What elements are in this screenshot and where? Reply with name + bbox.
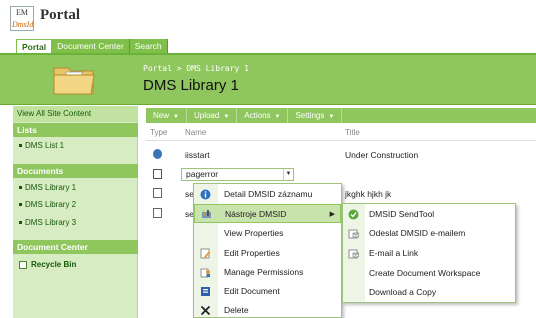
menu-item-nastroje-dmsid[interactable]: Nástroje DMSID ▶: [194, 204, 341, 223]
nav-item-dms-list-1[interactable]: DMS List 1: [13, 139, 138, 153]
chevron-right-icon: ▶: [329, 211, 335, 218]
logo-em-text: EM: [16, 8, 28, 17]
logo-dms-text: DmsId: [12, 20, 34, 29]
nav-item-label: DMS Library 2: [25, 200, 77, 209]
menu-item-label: Manage Permissions: [224, 267, 304, 277]
chevron-down-icon: ▼: [173, 114, 179, 120]
chevron-down-icon[interactable]: ▼: [283, 169, 293, 180]
selected-item-name[interactable]: pagerror ▼: [181, 168, 294, 181]
tools-icon: [202, 210, 211, 218]
recycle-bin-link[interactable]: Recycle Bin: [13, 257, 138, 273]
menu-item-delete[interactable]: Delete: [194, 301, 341, 318]
recycle-bin-icon: [19, 260, 27, 269]
menu-item-edit-properties[interactable]: Edit Properties: [194, 244, 341, 263]
menu-item-download-copy[interactable]: Download a Copy: [343, 283, 515, 302]
nav-item-dms-library-2[interactable]: DMS Library 2: [13, 198, 138, 212]
header-divider: [146, 140, 536, 141]
view-all-site-content-link[interactable]: View All Site Content: [13, 106, 138, 122]
menu-item-email-link[interactable]: E-mail a Link: [343, 244, 515, 263]
table-row-name: pagerror: [186, 169, 219, 179]
menu-item-manage-permissions[interactable]: Manage Permissions: [194, 263, 341, 282]
settings-menu-button[interactable]: Settings ▼: [288, 108, 343, 123]
bullet: [19, 203, 22, 207]
bullet: [19, 144, 22, 148]
nav-heading-documents[interactable]: Documents: [13, 164, 138, 178]
menu-item-label: Edit Properties: [224, 248, 280, 258]
document-icon[interactable]: [153, 188, 162, 198]
chevron-down-icon: ▼: [274, 114, 281, 120]
menu-item-odeslat-email[interactable]: Odeslat DMSID e-mailem: [343, 224, 515, 243]
email-icon: [348, 229, 359, 239]
breadcrumb[interactable]: Portal > DMS Library 1: [143, 64, 249, 73]
nav-item-label: DMS Library 3: [25, 218, 77, 227]
column-header-title[interactable]: Title: [345, 128, 360, 137]
settings-label: Settings: [295, 111, 325, 120]
document-icon[interactable]: [153, 169, 162, 179]
menu-item-label: Nástroje DMSID: [225, 209, 287, 219]
nav-item-label: DMS List 1: [25, 141, 65, 150]
upload-menu-button[interactable]: Upload ▼: [187, 108, 238, 123]
info-icon: [200, 189, 211, 200]
chevron-down-icon: ▼: [223, 114, 230, 120]
nav-heading-lists[interactable]: Lists: [13, 123, 138, 137]
quick-launch: View All Site Content Lists DMS List 1 D…: [13, 106, 138, 318]
tab-portal[interactable]: Portal: [16, 39, 53, 54]
actions-label: Actions: [244, 111, 271, 120]
tab-document-center[interactable]: Document Center: [52, 39, 130, 54]
document-icon[interactable]: [153, 208, 162, 218]
dmsid-logo[interactable]: EM DmsId: [10, 6, 34, 31]
new-menu-button[interactable]: New ▼: [146, 108, 187, 123]
chevron-down-icon: ▼: [328, 114, 335, 120]
dmsid-tools-submenu: DMSID SendTool Odeslat DMSID e-mailem E-…: [342, 203, 516, 303]
item-context-menu: Detail DMSID záznamu Nástroje DMSID ▶ Vi…: [193, 183, 342, 318]
sendtool-icon: [348, 209, 359, 220]
upload-label: Upload: [193, 111, 220, 120]
menu-item-label: Create Document Workspace: [369, 268, 481, 278]
top-header: EM DmsId Portal: [0, 0, 536, 40]
nav-item-dms-library-3[interactable]: DMS Library 3: [13, 216, 138, 230]
menu-item-label: DMSID SendTool: [369, 209, 435, 219]
permissions-icon: [200, 268, 210, 278]
table-row-title: Under Construction: [345, 150, 419, 160]
site-title[interactable]: Portal: [40, 7, 80, 24]
page-title: DMS Library 1: [143, 77, 239, 94]
new-label: New: [153, 111, 170, 120]
table-row-name[interactable]: iisstart: [185, 150, 210, 160]
menu-item-dmsid-sendtool[interactable]: DMSID SendTool: [343, 205, 515, 224]
nav-item-dms-library-1[interactable]: DMS Library 1: [13, 181, 138, 195]
edit-properties-icon: [200, 248, 211, 259]
menu-item-edit-document[interactable]: Edit Document: [194, 282, 341, 301]
menu-item-label: Edit Document: [224, 286, 280, 296]
column-header-type[interactable]: Type: [150, 128, 167, 137]
library-folder-icon: [53, 67, 95, 95]
menu-item-label: Delete: [224, 305, 249, 315]
delete-icon: [200, 305, 211, 316]
top-nav-tabs: Portal Document Center Search: [16, 39, 168, 54]
column-header-name[interactable]: Name: [185, 128, 206, 137]
table-row-title: jkghk hjkh jk: [345, 189, 392, 199]
edit-document-icon: [201, 287, 210, 296]
actions-menu-button[interactable]: Actions ▼: [237, 108, 289, 123]
menu-item-view-properties[interactable]: View Properties: [194, 224, 341, 243]
bullet: [19, 186, 22, 190]
list-toolbar: New ▼ Upload ▼ Actions ▼ Settings ▼: [146, 108, 536, 123]
menu-item-create-document-workspace[interactable]: Create Document Workspace: [343, 264, 515, 283]
menu-item-label: Detail DMSID záznamu: [224, 189, 313, 199]
tab-search[interactable]: Search: [129, 39, 168, 54]
menu-item-label: E-mail a Link: [369, 248, 419, 258]
menu-item-label: View Properties: [224, 228, 284, 238]
menu-item-detail-dmsid[interactable]: Detail DMSID záznamu: [194, 185, 341, 204]
web-page-icon[interactable]: [153, 149, 162, 159]
bullet: [19, 221, 22, 225]
menu-item-label: Odeslat DMSID e-mailem: [369, 228, 466, 238]
menu-item-label: Download a Copy: [369, 287, 437, 297]
nav-heading-document-center[interactable]: Document Center: [13, 240, 138, 254]
recycle-bin-label: Recycle Bin: [31, 260, 77, 269]
email-link-icon: [348, 249, 359, 259]
nav-item-label: DMS Library 1: [25, 183, 77, 192]
